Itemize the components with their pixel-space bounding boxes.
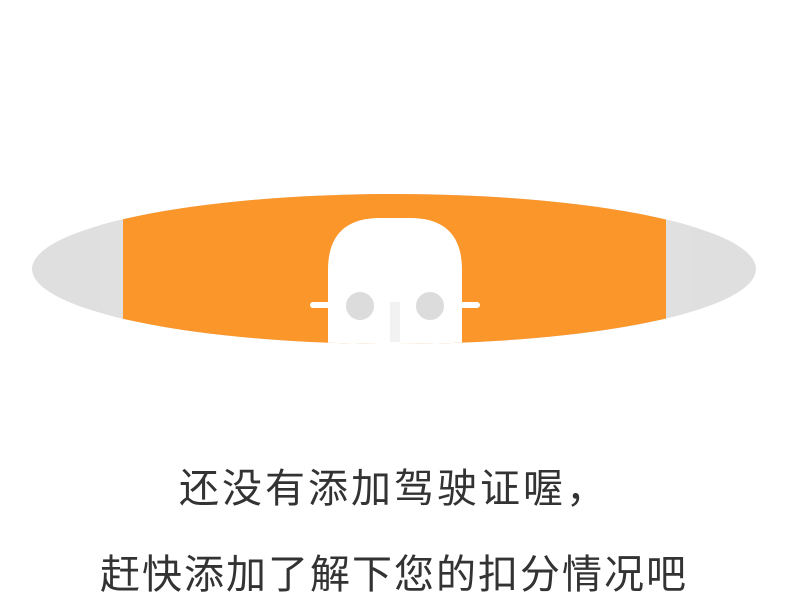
peeking-mascot-with-glasses-icon	[310, 218, 480, 344]
card-title: 中华人民共和国机动车驾驶证	[196, 90, 600, 125]
empty-state-illustration: 中华人民共和国机动车驾驶证 429 234 232 48xx xx90 还没有添…	[0, 0, 788, 604]
card-number: 429 234 232 48xx xx90	[181, 148, 611, 189]
empty-state-message-line1: 还没有添加驾驶证喔，	[179, 466, 609, 512]
empty-state-message-line2: 赶快添加了解下您的扣分情况吧	[100, 552, 688, 598]
